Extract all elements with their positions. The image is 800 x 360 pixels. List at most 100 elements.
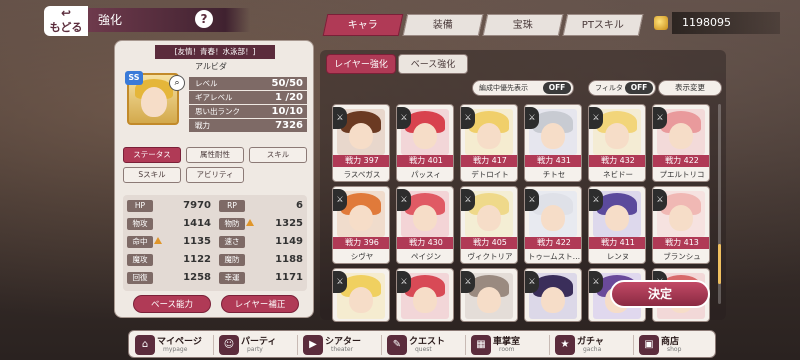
base-ability-button[interactable]: ベース能力 (133, 295, 211, 313)
card-face (413, 123, 437, 149)
nav-sublabel: quest (415, 346, 432, 353)
status-label: 魔攻 (127, 254, 153, 266)
status-cell: HP 7970 (127, 199, 215, 213)
display-change-button[interactable]: 表示変更 (658, 80, 722, 96)
character-card[interactable]: ⚔ (460, 268, 518, 322)
status-label: 物防 (219, 218, 245, 230)
room-icon: ▦ (471, 335, 491, 355)
character-card[interactable]: ⚔ 戦力 405 ヴィクトリア (460, 186, 518, 264)
status-cell: 回復 1258 (127, 271, 215, 285)
nav-mypage[interactable]: ⌂ マイページ mypage (133, 333, 203, 357)
status-value: 1325 (275, 218, 303, 229)
card-name: シヴヤ (350, 252, 374, 261)
layer-correction-button[interactable]: レイヤー補正 (221, 295, 299, 313)
card-power: 戦力 401 (397, 155, 453, 167)
subtab-resistance[interactable]: 属性耐性 (186, 147, 244, 163)
nav-gacha[interactable]: ★ ガチャ gacha (553, 333, 623, 357)
detail-tabs: ステータス 属性耐性 スキル Sスキル アビリティ (123, 147, 307, 187)
tab-orb[interactable]: 宝珠 (482, 14, 564, 36)
weapon-type-icon: ⚔ (525, 271, 539, 293)
currency-count: 1198095 (672, 12, 780, 34)
filter-toggle[interactable]: フィルタ OFF (588, 80, 656, 96)
weapon-type-icon: ⚔ (333, 189, 347, 211)
party-icon: ☺ (219, 335, 239, 355)
party-priority-toggle[interactable]: 編成中優先表示 OFF (472, 80, 574, 96)
character-card[interactable]: ⚔ (396, 268, 454, 322)
nav-divider (465, 335, 466, 355)
tab-pt-skill[interactable]: PTスキル (562, 14, 644, 36)
status-cell: 幸運 1171 (219, 271, 307, 285)
nav-shop[interactable]: ▣ 商店 shop (637, 333, 707, 357)
nav-room[interactable]: ▦ 車掌室 room (469, 333, 539, 357)
card-face (541, 205, 565, 231)
zoom-icon[interactable]: ⌕ (169, 75, 185, 91)
subtab-ability[interactable]: アビリティ (186, 167, 244, 183)
nav-sublabel: shop (667, 346, 682, 353)
nav-theater[interactable]: ▶ シアター theater (301, 333, 371, 357)
subtab-s-skill[interactable]: Sスキル (123, 167, 181, 183)
list-scrollbar[interactable] (718, 104, 721, 304)
nav-quest[interactable]: ✎ クエスト quest (385, 333, 455, 357)
card-name: ペイジン (411, 252, 441, 261)
bottom-navigation: ⌂ マイページ mypage ☺ パーティ party ▶ シアター theater ✎ クエスト q… (128, 330, 716, 358)
scrollbar-thumb[interactable] (718, 244, 721, 284)
status-cell: 魔防 1188 (219, 253, 307, 267)
card-name: パッスィ (411, 170, 441, 179)
tab-equipment[interactable]: 装備 (402, 14, 484, 36)
weapon-type-icon: ⚔ (461, 189, 475, 211)
character-card[interactable]: ⚔ 戦力 432 ネビドー (588, 104, 646, 182)
card-power: 戦力 422 (653, 155, 709, 167)
character-card[interactable]: ⚔ 戦力 396 シヴヤ (332, 186, 390, 264)
status-cell: 魔攻 1122 (127, 253, 215, 267)
weapon-type-icon: ⚔ (589, 107, 603, 129)
character-card[interactable]: ⚔ (332, 268, 390, 322)
character-card[interactable]: ⚔ 戦力 413 ブランシュ (652, 186, 710, 264)
card-face (477, 123, 501, 149)
back-button[interactable]: ↩ もどる (44, 6, 88, 36)
character-card[interactable]: ⚔ 戦力 411 レンヌ (588, 186, 646, 264)
character-card[interactable]: ⚔ 戦力 431 チトセ (524, 104, 582, 182)
weapon-type-icon: ⚔ (589, 271, 603, 293)
layer-enhance-tab[interactable]: レイヤー強化 (326, 54, 396, 74)
card-power: 戦力 431 (525, 155, 581, 167)
decide-button[interactable]: 決定 (610, 280, 710, 308)
nav-sublabel: gacha (583, 346, 602, 353)
status-value: 1122 (183, 254, 211, 265)
tab-chara[interactable]: キャラ (322, 14, 404, 36)
card-name: ブランシュ (663, 252, 701, 261)
card-power: 戦力 432 (589, 155, 645, 167)
weapon-type-icon: ⚔ (653, 107, 667, 129)
card-face (541, 123, 565, 149)
weapon-type-icon: ⚔ (333, 107, 347, 129)
nav-party[interactable]: ☺ パーティ party (217, 333, 287, 357)
weapon-type-icon: ⚔ (589, 189, 603, 211)
character-card[interactable]: ⚔ 戦力 430 ペイジン (396, 186, 454, 264)
help-button[interactable]: ? (195, 10, 213, 28)
character-card[interactable]: ⚔ 戦力 397 ラスベガス (332, 104, 390, 182)
up-arrow-icon (246, 219, 254, 226)
status-value: 1149 (275, 236, 303, 247)
status-value: 7970 (183, 200, 211, 211)
card-name: ヴィクトリア (467, 252, 513, 261)
character-card[interactable]: ⚔ 戦力 417 デトロイト (460, 104, 518, 182)
status-value: 1414 (183, 218, 211, 229)
character-card[interactable]: ⚔ (524, 268, 582, 322)
status-cell: 速さ 1149 (219, 235, 307, 249)
card-face (605, 123, 629, 149)
card-face (349, 287, 373, 313)
nav-divider (297, 335, 298, 355)
character-card[interactable]: ⚔ 戦力 422 プエルトリコ (652, 104, 710, 182)
nav-divider (381, 335, 382, 355)
subtab-status[interactable]: ステータス (123, 147, 181, 163)
weapon-type-icon: ⚔ (397, 107, 411, 129)
base-enhance-tab[interactable]: ベース強化 (398, 54, 468, 74)
character-card[interactable]: ⚔ 戦力 422 トゥームスト… (524, 186, 582, 264)
up-arrow-icon (154, 237, 162, 244)
card-power: 戦力 430 (397, 237, 453, 249)
home-icon: ⌂ (135, 335, 155, 355)
status-table: HP 7970 RP 6 物攻 1414 物防 1325 命中 1135 速さ 1149 魔攻 1122 魔… (123, 195, 307, 291)
card-face (413, 205, 437, 231)
character-subtitle: [友情！青春！水泳部！] (155, 45, 275, 59)
subtab-skill[interactable]: スキル (249, 147, 307, 163)
character-card[interactable]: ⚔ 戦力 401 パッスィ (396, 104, 454, 182)
